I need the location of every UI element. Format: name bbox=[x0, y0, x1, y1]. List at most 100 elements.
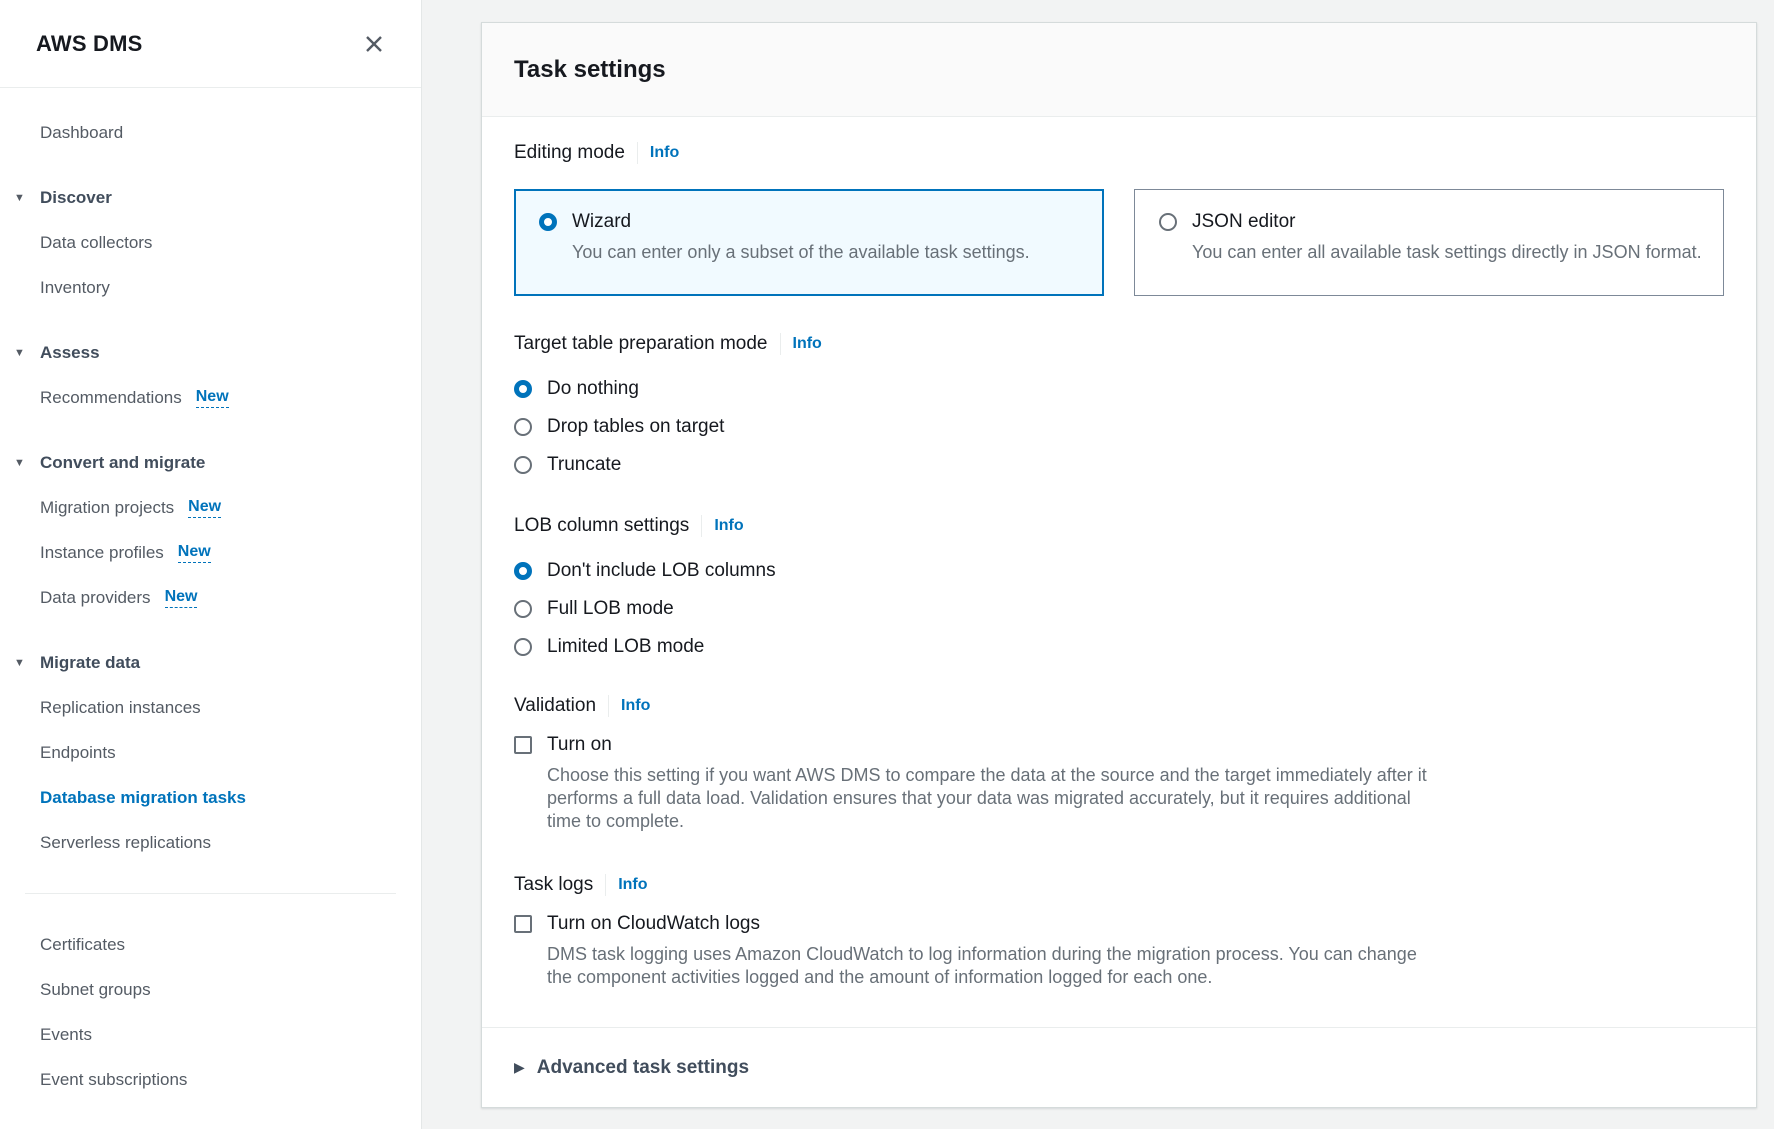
radio-button[interactable] bbox=[514, 638, 532, 656]
sidebar-title: AWS DMS bbox=[36, 31, 143, 57]
sidebar-section-migrate-data[interactable]: ▼ Migrate data bbox=[0, 640, 421, 685]
sidebar-item-dashboard[interactable]: Dashboard bbox=[0, 110, 421, 155]
sidebar-section-label: Migrate data bbox=[40, 653, 140, 673]
tile-title: Wizard bbox=[572, 211, 1030, 233]
task-logs-label: Task logs bbox=[514, 874, 593, 896]
sidebar: AWS DMS Dashboard ▼ Discover Data collec… bbox=[0, 0, 422, 1129]
radio-label: Drop tables on target bbox=[547, 416, 724, 438]
sidebar-item-label: Migration projects bbox=[40, 498, 174, 518]
sidebar-section-label: Assess bbox=[40, 343, 100, 363]
heading-divider bbox=[780, 333, 781, 355]
task-logs-info-link[interactable]: Info bbox=[618, 876, 647, 894]
validation-info-link[interactable]: Info bbox=[621, 697, 650, 715]
sidebar-section-label: Discover bbox=[40, 188, 112, 208]
new-badge[interactable]: New bbox=[196, 388, 229, 408]
sidebar-header: AWS DMS bbox=[0, 0, 421, 88]
sidebar-item-label: Replication instances bbox=[40, 698, 201, 718]
sidebar-item-event-subscriptions[interactable]: Event subscriptions bbox=[0, 1057, 421, 1102]
editing-mode-tiles: Wizard You can enter only a subset of th… bbox=[514, 189, 1724, 296]
validation-heading: Validation Info bbox=[514, 694, 1724, 718]
tile-json-editor[interactable]: JSON editor You can enter all available … bbox=[1134, 189, 1724, 296]
validation-label: Validation bbox=[514, 695, 596, 717]
target-table-prep-options: Do nothing Drop tables on target Truncat… bbox=[514, 370, 1724, 484]
lob-settings-info-link[interactable]: Info bbox=[714, 517, 743, 535]
radio-label: Don't include LOB columns bbox=[547, 560, 776, 582]
advanced-task-settings-expander[interactable]: ▶ Advanced task settings bbox=[482, 1027, 1756, 1107]
radio-option-do-nothing[interactable]: Do nothing bbox=[514, 370, 1724, 408]
checkbox-label: Turn on CloudWatch logs bbox=[547, 913, 760, 935]
task-settings-card: Task settings Editing mode Info Wizard Y… bbox=[481, 22, 1757, 1108]
sidebar-item-label: Database migration tasks bbox=[40, 788, 246, 808]
tile-description: You can enter only a subset of the avail… bbox=[572, 240, 1030, 264]
sidebar-item-migration-projects[interactable]: Migration projects New bbox=[0, 485, 421, 530]
target-table-prep-section: Target table preparation mode Info Do no… bbox=[514, 332, 1724, 484]
card-header: Task settings bbox=[482, 23, 1756, 117]
sidebar-section-convert-and-migrate[interactable]: ▼ Convert and migrate bbox=[0, 440, 421, 485]
new-badge[interactable]: New bbox=[178, 543, 211, 563]
new-badge[interactable]: New bbox=[188, 498, 221, 518]
radio-button-json-editor[interactable] bbox=[1159, 213, 1177, 231]
radio-option-truncate[interactable]: Truncate bbox=[514, 446, 1724, 484]
radio-button[interactable] bbox=[514, 380, 532, 398]
new-badge[interactable]: New bbox=[165, 588, 198, 608]
sidebar-section-discover[interactable]: ▼ Discover bbox=[0, 175, 421, 220]
chevron-down-icon: ▼ bbox=[14, 457, 40, 469]
chevron-down-icon: ▼ bbox=[14, 347, 40, 359]
sidebar-item-data-collectors[interactable]: Data collectors bbox=[0, 220, 421, 265]
sidebar-item-data-providers[interactable]: Data providers New bbox=[0, 575, 421, 620]
validation-checkbox[interactable] bbox=[514, 736, 532, 754]
target-table-prep-label: Target table preparation mode bbox=[514, 333, 768, 355]
sidebar-item-instance-profiles[interactable]: Instance profiles New bbox=[0, 530, 421, 575]
radio-label: Limited LOB mode bbox=[547, 636, 704, 658]
sidebar-item-database-migration-tasks[interactable]: Database migration tasks bbox=[0, 775, 421, 820]
sidebar-item-inventory[interactable]: Inventory bbox=[0, 265, 421, 310]
sidebar-item-label: Serverless replications bbox=[40, 833, 211, 853]
radio-button[interactable] bbox=[514, 418, 532, 436]
sidebar-item-replication-instances[interactable]: Replication instances bbox=[0, 685, 421, 730]
radio-button[interactable] bbox=[514, 600, 532, 618]
tile-text: Wizard You can enter only a subset of th… bbox=[572, 211, 1030, 264]
sidebar-item-events[interactable]: Events bbox=[0, 1012, 421, 1057]
cloudwatch-logs-checkbox[interactable] bbox=[514, 915, 532, 933]
radio-option-dont-include-lob[interactable]: Don't include LOB columns bbox=[514, 552, 1724, 590]
task-logs-description: DMS task logging uses Amazon CloudWatch … bbox=[547, 943, 1427, 989]
tile-description: You can enter all available task setting… bbox=[1192, 240, 1702, 264]
radio-button[interactable] bbox=[514, 456, 532, 474]
checkbox-label: Turn on bbox=[547, 734, 612, 756]
sidebar-item-recommendations[interactable]: Recommendations New bbox=[0, 375, 421, 420]
target-table-prep-heading: Target table preparation mode Info bbox=[514, 332, 1724, 356]
sidebar-item-endpoints[interactable]: Endpoints bbox=[0, 730, 421, 775]
close-icon[interactable] bbox=[363, 33, 385, 55]
sidebar-divider bbox=[25, 893, 396, 894]
validation-section: Validation Info Turn on Choose this sett… bbox=[514, 694, 1724, 833]
radio-button-wizard[interactable] bbox=[539, 213, 557, 231]
advanced-task-settings-label: Advanced task settings bbox=[537, 1057, 749, 1079]
tile-wizard[interactable]: Wizard You can enter only a subset of th… bbox=[514, 189, 1104, 296]
radio-label: Full LOB mode bbox=[547, 598, 674, 620]
heading-divider bbox=[608, 695, 609, 717]
heading-divider bbox=[605, 874, 606, 896]
page-title: Task settings bbox=[514, 56, 666, 84]
sidebar-item-certificates[interactable]: Certificates bbox=[0, 922, 421, 967]
sidebar-section-assess[interactable]: ▼ Assess bbox=[0, 330, 421, 375]
sidebar-item-label: Certificates bbox=[40, 935, 125, 955]
sidebar-item-subnet-groups[interactable]: Subnet groups bbox=[0, 967, 421, 1012]
radio-option-full-lob-mode[interactable]: Full LOB mode bbox=[514, 590, 1724, 628]
editing-mode-heading: Editing mode Info bbox=[514, 141, 1724, 165]
task-logs-heading: Task logs Info bbox=[514, 873, 1724, 897]
radio-option-limited-lob-mode[interactable]: Limited LOB mode bbox=[514, 628, 1724, 666]
target-table-prep-info-link[interactable]: Info bbox=[793, 335, 822, 353]
radio-label: Truncate bbox=[547, 454, 621, 476]
editing-mode-label: Editing mode bbox=[514, 142, 625, 164]
radio-option-drop-tables-on-target[interactable]: Drop tables on target bbox=[514, 408, 1724, 446]
cloudwatch-logs-checkbox-row[interactable]: Turn on CloudWatch logs bbox=[514, 911, 1724, 937]
sidebar-item-label: Events bbox=[40, 1025, 92, 1045]
validation-turn-on-checkbox-row[interactable]: Turn on bbox=[514, 732, 1724, 758]
radio-button[interactable] bbox=[514, 562, 532, 580]
heading-divider bbox=[637, 142, 638, 164]
sidebar-item-serverless-replications[interactable]: Serverless replications bbox=[0, 820, 421, 865]
editing-mode-info-link[interactable]: Info bbox=[650, 144, 679, 162]
radio-label: Do nothing bbox=[547, 378, 639, 400]
lob-settings-label: LOB column settings bbox=[514, 515, 689, 537]
sidebar-item-label: Recommendations bbox=[40, 388, 182, 408]
